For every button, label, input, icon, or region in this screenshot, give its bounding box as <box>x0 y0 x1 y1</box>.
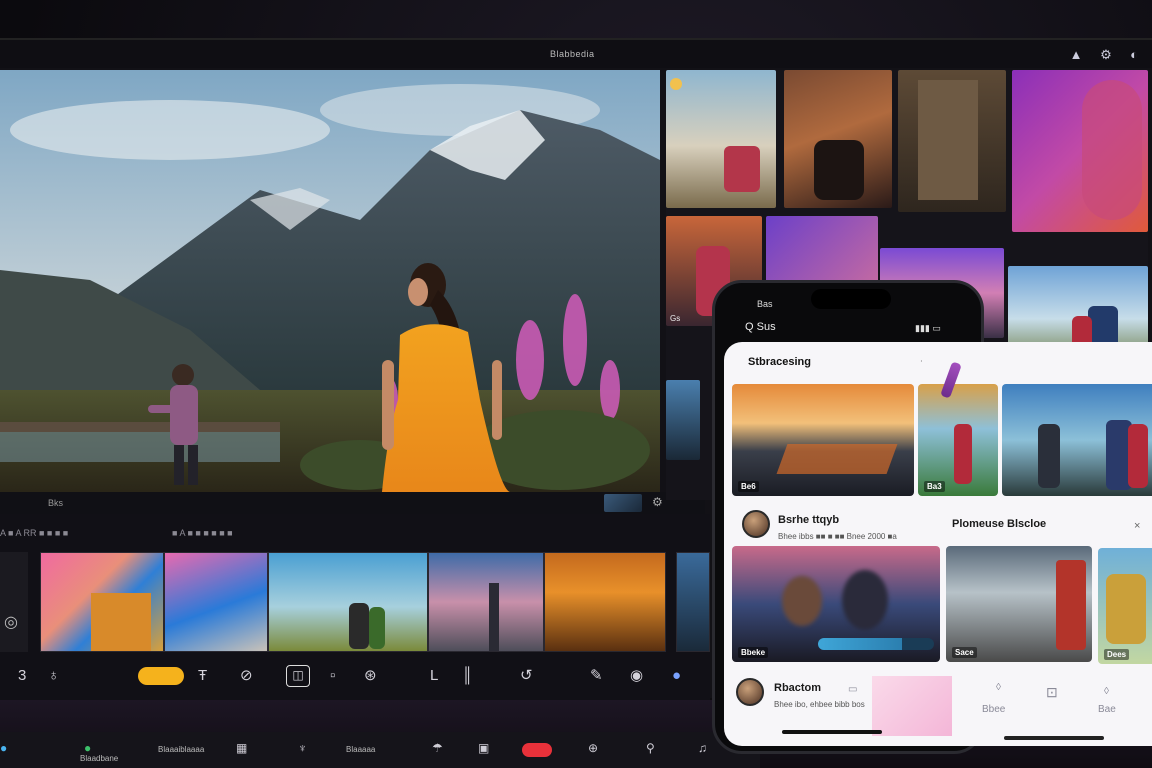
section-subtitle: Bhee ibo, ehbee bibb bos <box>774 700 865 709</box>
media-tile[interactable] <box>784 70 892 208</box>
phone-status-time: Bas <box>757 299 773 309</box>
effects-icon[interactable]: ⊛ <box>364 667 377 685</box>
grid-icon[interactable]: ▦ <box>236 741 247 755</box>
media-card[interactable]: Dees <box>1098 548 1152 664</box>
highlight-toggle[interactable] <box>138 667 184 685</box>
media-card[interactable]: Be6 <box>732 384 914 496</box>
timeline-clip[interactable] <box>268 552 428 652</box>
timeline-clip[interactable] <box>544 552 666 652</box>
zoom-value: 3 <box>18 667 27 684</box>
media-tile[interactable] <box>666 70 776 208</box>
timeline-header-left: A ■ A RR ■ ■ ■ ■ <box>0 528 69 538</box>
progress-fill <box>818 638 902 650</box>
undo-icon[interactable]: ↺ <box>520 667 533 685</box>
link-icon[interactable]: ⊘ <box>240 667 253 685</box>
track-rail: ◎ <box>0 552 28 652</box>
avatar[interactable] <box>742 510 770 538</box>
search-icon: Q <box>745 321 754 333</box>
signal-icon: ▮▮▮ ▭ <box>915 323 941 333</box>
pin-icon[interactable]: ◊ <box>996 682 1001 693</box>
media-tile[interactable] <box>1012 70 1148 232</box>
mini-preview-thumbnail[interactable] <box>604 494 642 512</box>
copy-icon[interactable]: ▭ <box>848 684 857 695</box>
section-subtitle: Bhee ibbs ■■ ■ ■■ Bnee 2000 ■a <box>778 532 897 541</box>
media-tile[interactable] <box>666 380 700 460</box>
home-indicator <box>782 730 882 734</box>
bars-icon[interactable]: ║ <box>462 667 473 685</box>
playback-progress[interactable] <box>818 638 934 650</box>
close-icon[interactable]: × <box>1134 520 1140 532</box>
timeline: A ■ A RR ■ ■ ■ ■ ■ A ■ ■ ■ ■ ■ ■ ◎ 3 ♁ Ŧ… <box>0 514 710 700</box>
media-tile[interactable] <box>766 216 878 286</box>
screen-icon[interactable]: ▣ <box>478 741 489 755</box>
section-title: Rbactom <box>774 682 822 694</box>
mobile-app-panel: Stbracesing ⋅ Be6 Ba3 Bsrhe ttqyb Bhee i… <box>724 342 1152 746</box>
more-icon[interactable]: ◐ <box>1126 47 1142 63</box>
avatar[interactable] <box>736 678 764 706</box>
phone-notch <box>811 289 891 309</box>
editor-topbar: Blabbedia ▲ ⚙ ◐ <box>0 40 1152 68</box>
timeline-clip[interactable] <box>428 552 544 652</box>
media-card[interactable]: Ba3 <box>918 384 998 496</box>
timeline-clip[interactable] <box>676 552 710 652</box>
brush-icon[interactable]: ✎ <box>590 667 603 685</box>
record-button[interactable] <box>522 743 552 757</box>
split-icon[interactable]: ▫ <box>330 667 335 685</box>
marker-icon[interactable]: L <box>430 667 438 685</box>
phone-search[interactable]: Q Sus <box>745 321 776 333</box>
pin-icon-2[interactable]: ◊ <box>1104 686 1109 697</box>
globe-icon[interactable]: ● <box>672 667 681 685</box>
eye-icon[interactable]: ◉ <box>630 667 643 685</box>
warning-icon[interactable]: ▲ <box>1068 47 1084 63</box>
finder-icon[interactable]: ● <box>0 741 7 755</box>
crop-tool-icon[interactable]: ◫ <box>286 665 310 687</box>
umbrella-icon[interactable]: ☂ <box>432 741 443 755</box>
settings-icon[interactable]: ⚙ <box>1098 47 1114 63</box>
music-icon[interactable]: ♫ <box>698 741 707 755</box>
messages-icon[interactable]: ● <box>84 741 91 755</box>
pink-preview <box>872 676 952 736</box>
bookmark-icon[interactable]: ⊡ <box>1046 684 1058 701</box>
app-title: Blabbedia <box>550 49 595 59</box>
media-card[interactable] <box>1002 384 1152 496</box>
mic-icon[interactable]: ♆ <box>298 741 307 755</box>
audio-icon[interactable]: ◎ <box>4 612 18 632</box>
desktop-scene: Blabbedia ▲ ⚙ ◐ Bks ⚙ Gs A ■ A RR ■ ■ ■ … <box>0 0 1152 768</box>
timeline-toolbar: 3 ♁ Ŧ ⊘ ◫ ▫ ⊛ L ║ ↺ ✎ ◉ ● <box>0 659 710 693</box>
media-card[interactable]: Sace <box>946 546 1092 662</box>
section-title: Bsrhe ttqyb <box>778 514 840 526</box>
preview-controls: Bks ⚙ <box>0 492 705 514</box>
compass-icon[interactable]: ⊕ <box>588 741 598 755</box>
bottom-dock: ● ● Blaadbane Blaaaiblaaaa ▦ ♆ Blaaaaa ☂… <box>0 732 760 768</box>
dot-icon: ⋅ <box>920 356 923 366</box>
preview-timecode: Bks <box>48 498 64 508</box>
timeline-clip[interactable] <box>40 552 164 652</box>
panel-title: Stbracesing <box>748 356 811 368</box>
gear-icon[interactable]: ⚙ <box>652 495 663 509</box>
home-indicator <box>1004 736 1104 740</box>
text-tool-icon[interactable]: Ŧ <box>198 667 207 685</box>
timeline-header-right: ■ A ■ ■ ■ ■ ■ ■ <box>172 528 233 538</box>
section-title: Plomeuse Blscloe <box>952 518 1047 530</box>
preview-frame <box>0 70 660 492</box>
video-preview[interactable] <box>0 70 660 492</box>
apple-icon[interactable]: ♁ <box>48 667 59 685</box>
media-tile[interactable] <box>898 70 1006 212</box>
timeline-clip[interactable] <box>164 552 268 652</box>
bulb-icon[interactable]: ⚲ <box>646 741 655 755</box>
